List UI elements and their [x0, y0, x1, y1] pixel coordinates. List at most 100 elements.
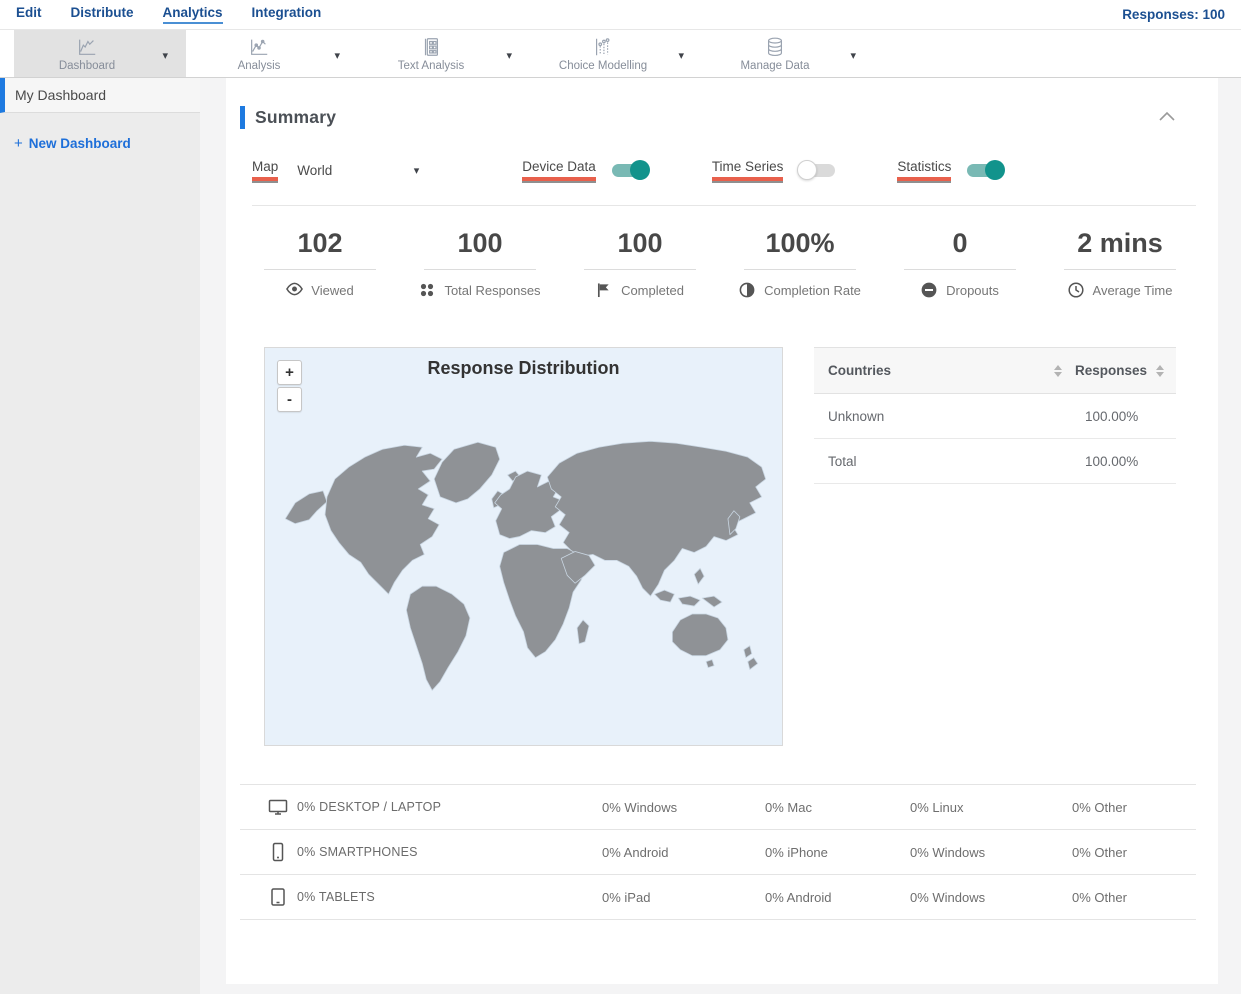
chevron-down-icon: ▾	[413, 164, 420, 177]
summary-header: Summary	[226, 78, 1218, 129]
time-series-label[interactable]: Time Series	[711, 159, 784, 181]
chevron-down-icon[interactable]: ▾	[678, 49, 684, 62]
chevron-down-icon[interactable]: ▾	[506, 49, 512, 62]
chevron-up-icon	[1159, 111, 1175, 121]
analytics-toolbar: Dashboard ▾ Analysis ▾ Text Analysis ▾ C…	[0, 30, 1241, 78]
zoom-out-button[interactable]: -	[277, 387, 302, 412]
time-series-control: Time Series	[711, 159, 836, 181]
toolbar-analysis[interactable]: Analysis ▾	[186, 30, 358, 77]
device-type-label: 0% SMARTPHONES	[297, 845, 418, 859]
summary-card: Summary Map World ▾ Device Data Time Ser…	[226, 78, 1218, 984]
dropouts-label: Dropouts	[946, 283, 999, 298]
minus-circle-icon	[921, 282, 938, 299]
sort-icon[interactable]	[1053, 364, 1062, 377]
completion-rate-label: Completion Rate	[764, 283, 861, 298]
average-time-value: 2 mins	[1077, 228, 1163, 258]
viewed-label: Viewed	[311, 283, 354, 298]
nav-edit[interactable]: Edit	[16, 5, 42, 24]
scatter-chart-icon	[590, 36, 616, 58]
tablet-icon	[268, 887, 288, 907]
countries-column-header[interactable]: Countries	[828, 363, 891, 378]
total-responses-label: Total Responses	[444, 283, 541, 298]
stat-completion-rate: 100% Completion Rate	[720, 228, 880, 299]
line-chart-points-icon	[246, 36, 272, 58]
divider	[264, 269, 376, 270]
breakdown-value: 0% Windows	[602, 799, 678, 815]
device-data-label[interactable]: Device Data	[522, 159, 596, 181]
toolbar-manage-data-label: Manage Data	[740, 59, 810, 72]
breakdown-value: 0% Linux	[910, 799, 964, 815]
analytics-dashboard-page: Edit Distribute Analytics Integration Re…	[0, 0, 1241, 994]
chevron-down-icon[interactable]: ▾	[162, 49, 168, 62]
responses-column-header[interactable]: Responses	[1075, 363, 1147, 378]
toolbar-text-analysis[interactable]: Text Analysis ▾	[358, 30, 530, 77]
half-circle-icon	[739, 282, 756, 299]
breakdown-value: 0% Windows	[910, 889, 986, 905]
sort-icon[interactable]	[1156, 364, 1164, 377]
country-responses: 100.00%	[1085, 408, 1139, 424]
map-section: Response Distribution + - Countries Resp…	[264, 347, 1218, 746]
document-grid-icon	[418, 36, 444, 58]
dots-grid-icon	[419, 282, 436, 299]
toolbar-text-analysis-label: Text Analysis	[397, 59, 465, 72]
chevron-down-icon[interactable]: ▾	[334, 49, 340, 62]
toolbar-manage-data[interactable]: Manage Data ▾	[702, 30, 874, 77]
map-region-select[interactable]: World ▾	[297, 163, 419, 178]
flag-icon	[596, 282, 613, 299]
toolbar-dashboard[interactable]: Dashboard ▾	[14, 30, 186, 77]
device-breakdown-table: 0% DESKTOP / LAPTOP 0% Windows 0% Mac 0%…	[240, 784, 1196, 920]
countries-table-header: Countries Responses	[814, 347, 1176, 394]
zoom-in-button[interactable]: +	[277, 360, 302, 385]
plus-icon: +	[14, 135, 23, 152]
toggle-knob	[797, 159, 818, 180]
device-data-toggle[interactable]	[611, 159, 650, 180]
response-distribution-map[interactable]: Response Distribution + -	[264, 347, 783, 746]
toolbar-choice-modelling[interactable]: Choice Modelling ▾	[530, 30, 702, 77]
statistics-control: Statistics	[897, 159, 1006, 181]
breakdown-value: 0% iPad	[602, 889, 651, 905]
time-series-toggle[interactable]	[797, 159, 836, 180]
line-chart-icon	[74, 36, 100, 58]
stat-completed: 100 Completed	[560, 228, 720, 299]
statistics-label[interactable]: Statistics	[897, 159, 952, 181]
toggle-knob	[629, 159, 650, 180]
map-label[interactable]: Map	[252, 159, 279, 181]
completed-value: 100	[617, 228, 663, 258]
country-responses: 100.00%	[1085, 453, 1139, 469]
statistics-toggle[interactable]	[967, 159, 1006, 180]
smartphone-icon	[268, 842, 288, 862]
summary-controls: Map World ▾ Device Data Time Series Stat…	[252, 159, 1196, 206]
collapse-button[interactable]	[1158, 109, 1176, 127]
breakdown-value: 0% Other	[1072, 889, 1127, 905]
divider	[904, 269, 1016, 270]
dropouts-value: 0	[952, 228, 968, 258]
total-responses-value: 100	[457, 228, 503, 258]
table-row: 0% DESKTOP / LAPTOP 0% Windows 0% Mac 0%…	[240, 785, 1196, 830]
chevron-down-icon[interactable]: ▾	[850, 49, 856, 62]
stats-row: 102 Viewed 100 Total Responses 100 Compl…	[226, 206, 1218, 299]
new-dashboard-label: New Dashboard	[28, 136, 131, 151]
breakdown-value: 0% Android	[602, 844, 669, 860]
breakdown-value: 0% Android	[765, 889, 832, 905]
stat-dropouts: 0 Dropouts	[880, 228, 1040, 299]
world-map[interactable]	[265, 348, 782, 745]
completion-rate-value: 100%	[765, 228, 835, 258]
device-data-control: Device Data	[522, 159, 650, 181]
nav-distribute[interactable]: Distribute	[71, 5, 134, 24]
responses-count[interactable]: Responses: 100	[1122, 7, 1225, 22]
table-row: 0% SMARTPHONES 0% Android 0% iPhone 0% W…	[240, 830, 1196, 875]
divider	[584, 269, 696, 270]
average-time-label: Average Time	[1092, 283, 1173, 298]
nav-analytics[interactable]: Analytics	[162, 5, 223, 24]
desktop-icon	[268, 797, 288, 817]
breakdown-value: 0% iPhone	[765, 844, 828, 860]
accent-bar	[240, 106, 245, 129]
stat-total-responses: 100 Total Responses	[400, 228, 560, 299]
table-row: Unknown 100.00%	[814, 394, 1176, 439]
breakdown-value: 0% Other	[1072, 799, 1127, 815]
toolbar-dashboard-label: Dashboard	[58, 59, 116, 72]
new-dashboard-button[interactable]: + New Dashboard	[14, 135, 200, 152]
sidebar-item-my-dashboard[interactable]: My Dashboard	[0, 78, 200, 113]
nav-integration[interactable]: Integration	[252, 5, 322, 24]
database-icon	[762, 36, 788, 58]
